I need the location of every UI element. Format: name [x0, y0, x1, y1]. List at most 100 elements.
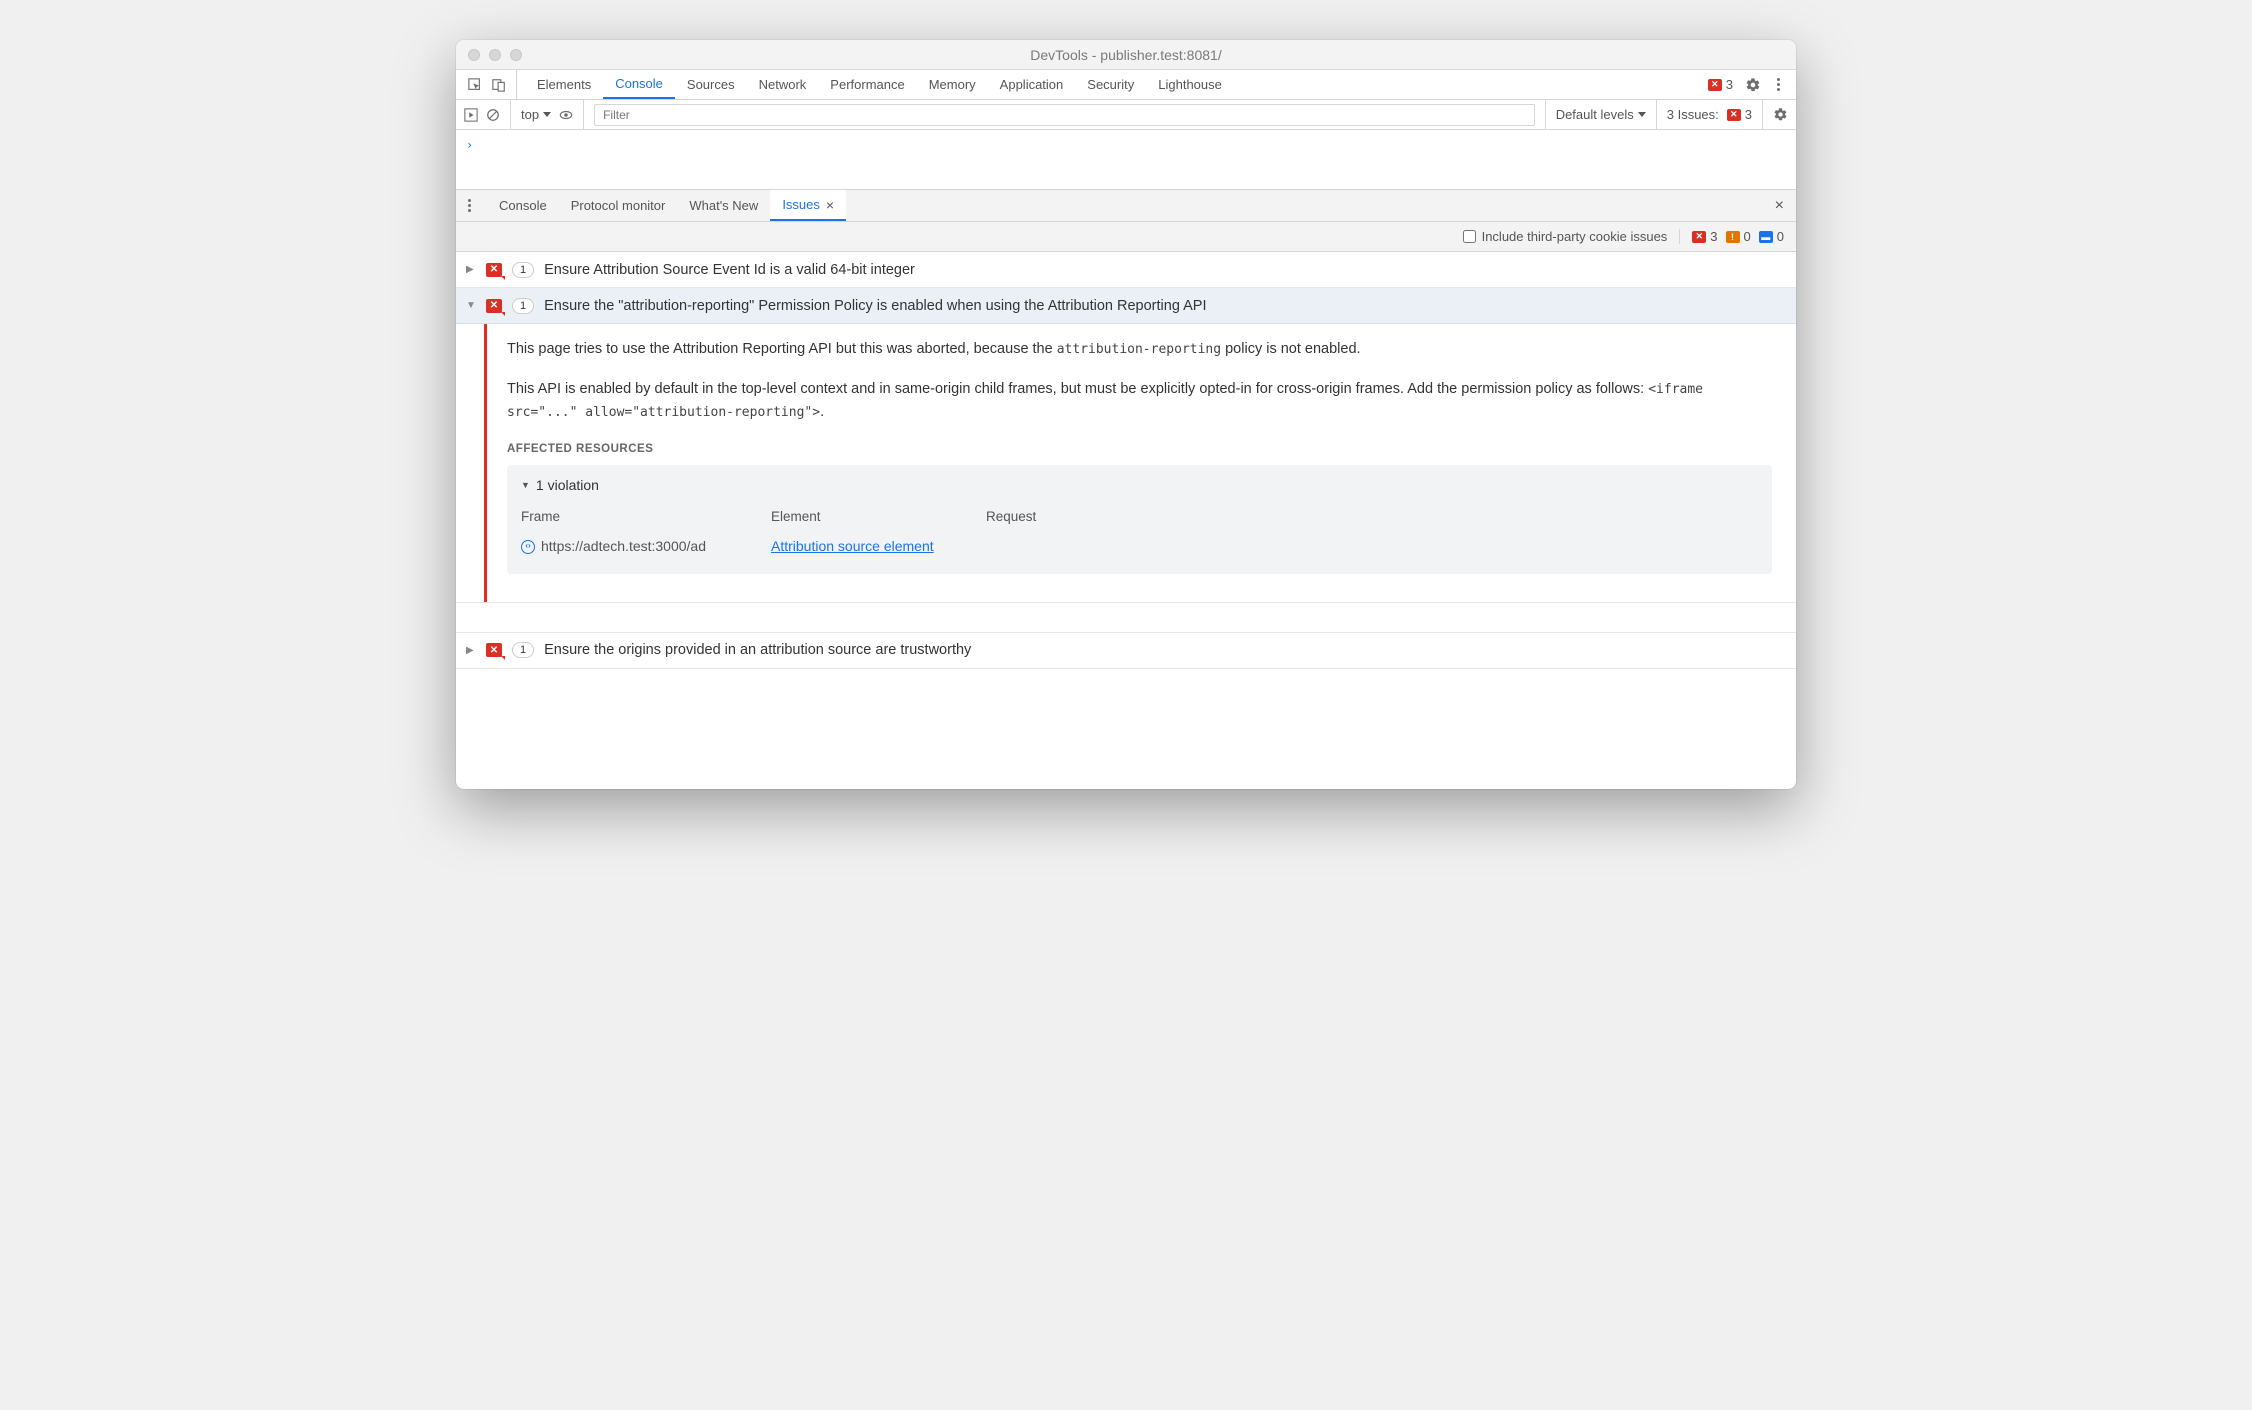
- levels-dropdown[interactable]: Default levels: [1556, 107, 1646, 122]
- console-output[interactable]: ›: [456, 130, 1796, 190]
- clear-console-icon[interactable]: [486, 108, 500, 122]
- info-count-item[interactable]: ▬ 0: [1759, 229, 1784, 244]
- zoom-window-button[interactable]: [510, 49, 522, 61]
- issue-error-icon: ✕: [486, 643, 502, 657]
- violation-table: Frame ‹› https://adtech.test:3000/ad Ele…: [521, 507, 1758, 558]
- main-tab-right: ✕ 3: [1708, 77, 1790, 93]
- issue-count-pill: 1: [512, 298, 534, 314]
- chevron-down-icon: [1638, 112, 1646, 117]
- warning-icon: !: [1726, 231, 1740, 243]
- info-icon: ▬: [1759, 231, 1773, 243]
- levels-value: Default levels: [1556, 107, 1634, 122]
- close-drawer-icon[interactable]: ×: [1771, 197, 1788, 215]
- error-icon: ✕: [1692, 231, 1706, 243]
- titlebar: DevTools - publisher.test:8081/: [456, 40, 1796, 70]
- drawer-tab-label: Issues: [782, 197, 820, 212]
- issue-title: Ensure Attribution Source Event Id is a …: [544, 262, 915, 278]
- inspect-tools: [462, 70, 517, 99]
- tab-console[interactable]: Console: [603, 70, 675, 99]
- issue-body-content: This page tries to use the Attribution R…: [487, 324, 1796, 602]
- more-menu-icon[interactable]: [1773, 78, 1784, 91]
- context-dropdown[interactable]: top: [521, 107, 551, 122]
- console-settings-icon[interactable]: [1773, 107, 1788, 122]
- filter-input[interactable]: [594, 104, 1535, 126]
- issues-filter-bar: Include third-party cookie issues ✕ 3 ! …: [456, 222, 1796, 252]
- error-icon: ✕: [1708, 79, 1722, 91]
- col-header-request: Request: [986, 507, 1758, 528]
- error-count-item[interactable]: ✕ 3: [1692, 229, 1717, 244]
- frame-icon: ‹›: [521, 540, 535, 554]
- tab-network[interactable]: Network: [747, 70, 819, 99]
- issues-badge[interactable]: ✕ 3: [1727, 107, 1752, 122]
- warning-count-value: 0: [1744, 229, 1751, 244]
- tab-memory[interactable]: Memory: [917, 70, 988, 99]
- issue-row[interactable]: ▶ ✕ 1 Ensure the origins provided in an …: [456, 633, 1796, 669]
- eye-icon[interactable]: [559, 108, 573, 122]
- issue-body: This page tries to use the Attribution R…: [456, 324, 1796, 603]
- tab-performance[interactable]: Performance: [818, 70, 916, 99]
- context-value: top: [521, 107, 539, 122]
- expand-icon: ▶: [466, 645, 476, 656]
- issue-error-icon: ✕: [486, 263, 502, 277]
- third-party-checkbox[interactable]: [1463, 230, 1476, 243]
- element-link[interactable]: Attribution source element: [771, 538, 934, 554]
- inspect-element-icon[interactable]: [468, 78, 482, 92]
- issue-description-1: This page tries to use the Attribution R…: [507, 338, 1772, 360]
- third-party-checkbox-row[interactable]: Include third-party cookie issues: [1463, 229, 1681, 244]
- inline-code: attribution-reporting: [1057, 342, 1221, 357]
- info-count-value: 0: [1777, 229, 1784, 244]
- spacer: [456, 603, 1796, 633]
- issues-count: 3: [1745, 107, 1752, 122]
- frame-url: https://adtech.test:3000/ad: [541, 536, 706, 558]
- warning-count-item[interactable]: ! 0: [1726, 229, 1751, 244]
- tab-elements[interactable]: Elements: [525, 70, 603, 99]
- close-window-button[interactable]: [468, 49, 480, 61]
- collapse-icon: ▼: [466, 300, 476, 311]
- window-title: DevTools - publisher.test:8081/: [456, 47, 1796, 63]
- drawer-tab-bar: Console Protocol monitor What's New Issu…: [456, 190, 1796, 222]
- drawer-tab-protocol-monitor[interactable]: Protocol monitor: [559, 190, 678, 221]
- issue-count-pill: 1: [512, 642, 534, 658]
- error-icon: ✕: [1727, 109, 1741, 121]
- affected-resources-label: Affected Resources: [507, 441, 1772, 459]
- empty-area: [456, 669, 1796, 789]
- settings-icon[interactable]: [1745, 77, 1761, 93]
- issues-counts: ✕ 3 ! 0 ▬ 0: [1692, 229, 1784, 244]
- issue-row[interactable]: ▶ ✕ 1 Ensure Attribution Source Event Id…: [456, 252, 1796, 288]
- close-tab-icon[interactable]: ×: [826, 197, 834, 213]
- issue-title: Ensure the origins provided in an attrib…: [544, 642, 971, 658]
- tab-lighthouse[interactable]: Lighthouse: [1146, 70, 1234, 99]
- frame-cell[interactable]: ‹› https://adtech.test:3000/ad: [521, 536, 771, 558]
- drawer-tab-whats-new[interactable]: What's New: [677, 190, 770, 221]
- error-count-value: 3: [1710, 229, 1717, 244]
- issues-label: 3 Issues:: [1667, 107, 1719, 122]
- main-tabs: Elements Console Sources Network Perform…: [525, 70, 1234, 99]
- issue-title: Ensure the "attribution-reporting" Permi…: [544, 298, 1206, 314]
- traffic-lights: [468, 49, 522, 61]
- console-toolbar: top Default levels 3 Issues: ✕ 3: [456, 100, 1796, 130]
- violation-count: 1 violation: [536, 475, 599, 497]
- issue-error-icon: ✕: [486, 299, 502, 313]
- devtools-window: DevTools - publisher.test:8081/ Elements…: [456, 40, 1796, 789]
- tab-security[interactable]: Security: [1075, 70, 1146, 99]
- drawer-tab-issues[interactable]: Issues ×: [770, 190, 846, 221]
- tab-sources[interactable]: Sources: [675, 70, 747, 99]
- col-header-frame: Frame: [521, 507, 771, 528]
- violation-box: ▼ 1 violation Frame ‹› https://adtech.te…: [507, 465, 1772, 573]
- error-count: 3: [1726, 77, 1733, 92]
- col-header-element: Element: [771, 507, 986, 528]
- error-count-badge[interactable]: ✕ 3: [1708, 77, 1733, 92]
- drawer-tab-console[interactable]: Console: [487, 190, 559, 221]
- violation-header[interactable]: ▼ 1 violation: [521, 475, 1758, 497]
- console-prompt-icon: ›: [466, 138, 473, 152]
- chevron-down-icon: [543, 112, 551, 117]
- expand-icon: ▶: [466, 264, 476, 275]
- device-toolbar-icon[interactable]: [492, 78, 506, 92]
- execution-play-icon[interactable]: [464, 108, 478, 122]
- tab-application[interactable]: Application: [988, 70, 1076, 99]
- minimize-window-button[interactable]: [489, 49, 501, 61]
- main-tab-bar: Elements Console Sources Network Perform…: [456, 70, 1796, 100]
- collapse-icon: ▼: [521, 479, 530, 493]
- issue-row[interactable]: ▼ ✕ 1 Ensure the "attribution-reporting"…: [456, 288, 1796, 324]
- drawer-more-icon[interactable]: [464, 199, 475, 212]
